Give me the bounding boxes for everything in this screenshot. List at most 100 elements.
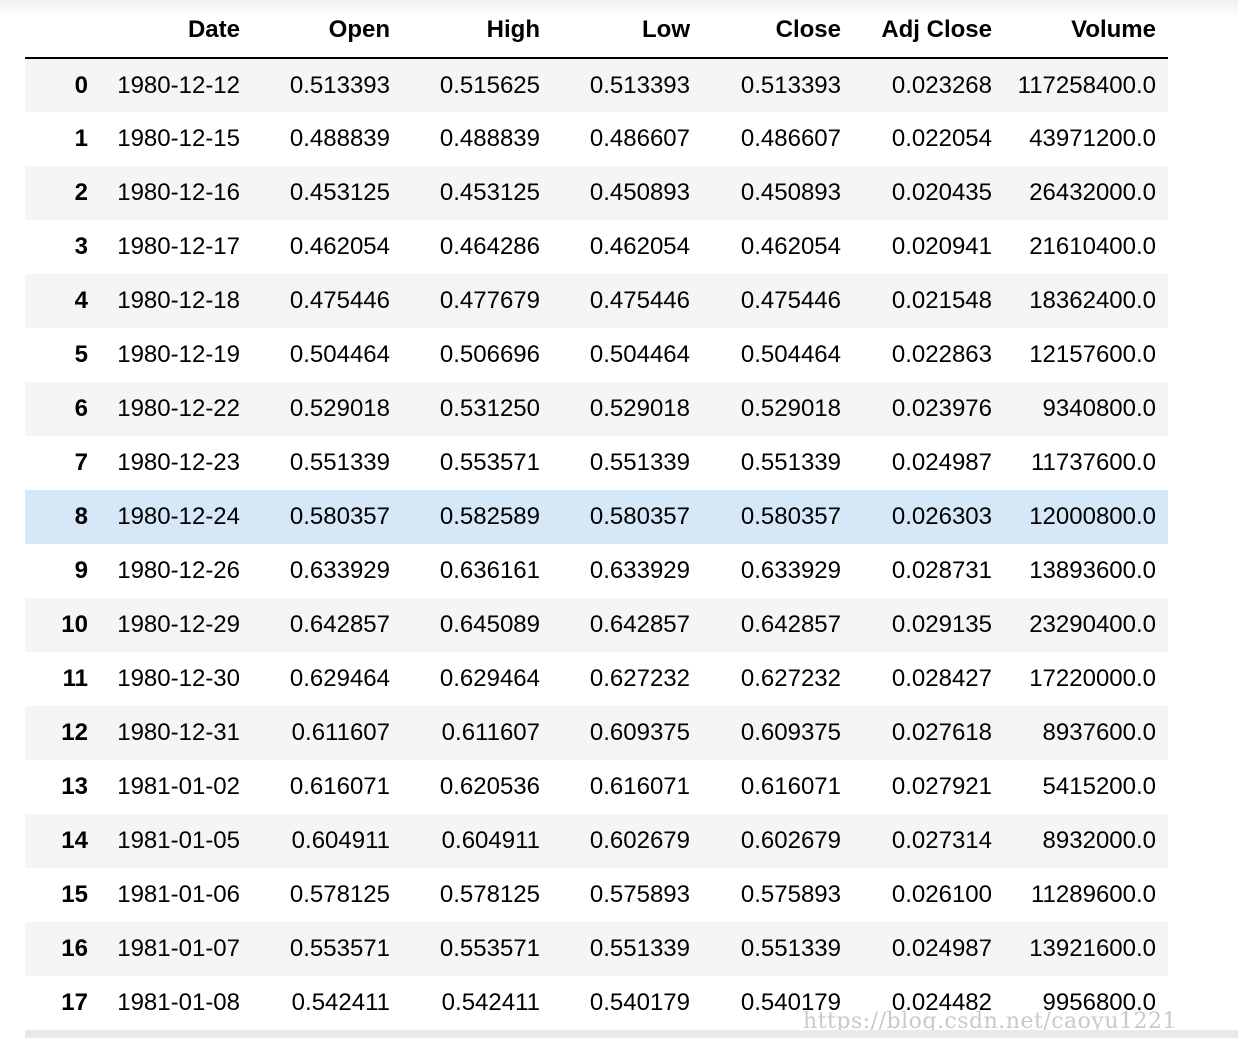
row-index: 0 [74, 71, 88, 99]
table-cell: 0.022863 [891, 341, 992, 368]
table-cell: 0.529018 [740, 395, 841, 422]
table-cell: 0.023976 [891, 395, 992, 422]
stock-dataframe: Date Open High Low Close Adj Close Volum… [25, 0, 1168, 1030]
table-cell: 0.026303 [891, 503, 992, 530]
table-cell: 0.027314 [891, 827, 992, 854]
column-header-date: Date [100, 0, 252, 59]
table-cell: 0.553571 [289, 935, 390, 962]
row-index: 12 [61, 719, 88, 746]
table-row: 14 1981-01-05 0.604911 0.604911 0.602679 0.60… [25, 814, 1168, 868]
row-index: 5 [74, 341, 88, 368]
table-cell: 0.629464 [289, 665, 390, 692]
table-cell: 0.602679 [589, 827, 690, 854]
table-cell: 12157600.0 [1029, 341, 1156, 368]
column-header-low: Low [552, 0, 702, 59]
column-header-high: High [402, 0, 552, 59]
table-cell: 0.602679 [740, 827, 841, 854]
table-cell: 117258400.0 [1017, 71, 1156, 99]
row-index: 15 [61, 881, 88, 908]
table-cell: 0.633929 [740, 557, 841, 584]
table-cell: 0.462054 [589, 233, 690, 260]
table-cell: 1981-01-05 [117, 827, 240, 854]
table-row: 0 1980-12-12 0.513393 0.515625 0.513393 0.513… [25, 58, 1168, 112]
table-row: 12 1980-12-31 0.611607 0.611607 0.609375 0.60… [25, 706, 1168, 760]
table-cell: 0.616071 [289, 773, 390, 800]
row-index: 7 [74, 449, 88, 476]
table-cell: 5415200.0 [1042, 773, 1156, 800]
table-cell: 1980-12-31 [117, 719, 240, 746]
table-cell: 8937600.0 [1042, 719, 1156, 746]
table-cell: 0.504464 [289, 341, 390, 368]
table-cell: 0.475446 [289, 287, 390, 314]
table-row: 7 1980-12-23 0.551339 0.553571 0.551339 0.551… [25, 436, 1168, 490]
column-header-volume: Volume [1004, 0, 1168, 59]
table-cell: 0.022054 [891, 125, 992, 152]
column-header-close: Close [702, 0, 853, 59]
table-cell: 1980-12-12 [117, 71, 240, 99]
table-cell: 0.462054 [289, 233, 390, 260]
table-cell: 0.629464 [439, 665, 540, 692]
table-cell: 18362400.0 [1029, 287, 1156, 314]
table-cell: 0.024482 [891, 989, 992, 1016]
table-cell: 0.475446 [589, 287, 690, 314]
table-cell: 0.642857 [589, 611, 690, 638]
dataframe-output: Date Open High Low Close Adj Close Volum… [25, 0, 1168, 1030]
table-cell: 0.645089 [439, 611, 540, 638]
table-cell: 0.486607 [740, 125, 841, 152]
table-cell: 0.450893 [589, 179, 690, 206]
table-cell: 0.553571 [439, 935, 540, 962]
index-column-header [25, 0, 100, 59]
table-cell: 0.486607 [589, 125, 690, 152]
table-cell: 1980-12-23 [117, 449, 240, 476]
table-cell: 9956800.0 [1042, 989, 1156, 1016]
table-cell: 0.488839 [439, 125, 540, 152]
table-cell: 0.529018 [589, 395, 690, 422]
table-cell: 0.642857 [740, 611, 841, 638]
table-cell: 0.021548 [891, 287, 992, 314]
table-cell: 8932000.0 [1042, 827, 1156, 854]
table-cell: 0.028731 [891, 557, 992, 584]
column-header-adj-close: Adj Close [853, 0, 1004, 59]
horizontal-scrollbar[interactable] [25, 1030, 1238, 1038]
table-cell: 0.580357 [589, 503, 690, 530]
table-cell: 0.504464 [740, 341, 841, 368]
table-cell: 0.627232 [589, 665, 690, 692]
table-cell: 0.553571 [439, 449, 540, 476]
table-cell: 17220000.0 [1029, 665, 1156, 692]
table-cell: 0.551339 [740, 935, 841, 962]
table-cell: 13921600.0 [1029, 935, 1156, 962]
row-index: 6 [74, 395, 88, 422]
table-cell: 23290400.0 [1029, 611, 1156, 638]
table-row: 3 1980-12-17 0.462054 0.464286 0.462054 0.462… [25, 220, 1168, 274]
table-cell: 0.023268 [891, 71, 992, 99]
table-cell: 12000800.0 [1029, 503, 1156, 530]
table-cell: 0.504464 [589, 341, 690, 368]
row-index: 4 [74, 287, 88, 314]
table-row: 9 1980-12-26 0.633929 0.636161 0.633929 0.633… [25, 544, 1168, 598]
row-index: 1 [74, 125, 88, 152]
table-cell: 0.616071 [740, 773, 841, 800]
header-row: Date Open High Low Close Adj Close Volum… [25, 0, 1168, 59]
table-cell: 0.542411 [291, 989, 390, 1016]
table-cell: 0.024987 [891, 935, 992, 962]
table-cell: 0.462054 [740, 233, 841, 260]
table-cell: 1980-12-17 [117, 233, 240, 260]
row-index: 8 [74, 503, 88, 530]
table-cell: 0.575893 [740, 881, 841, 908]
table-cell: 0.475446 [740, 287, 841, 314]
table-cell: 0.028427 [891, 665, 992, 692]
table-cell: 0.027921 [891, 773, 992, 800]
row-index: 17 [61, 989, 88, 1016]
table-cell: 0.620536 [439, 773, 540, 800]
table-cell: 11737600.0 [1030, 449, 1156, 476]
table-row: 10 1980-12-29 0.642857 0.645089 0.642857 0.64… [25, 598, 1168, 652]
table-cell: 0.026100 [891, 881, 992, 908]
table-cell: 0.513393 [589, 71, 690, 99]
table-cell: 0.540179 [740, 989, 841, 1016]
table-cell: 43971200.0 [1029, 125, 1156, 152]
table-cell: 0.575893 [589, 881, 690, 908]
row-index: 14 [61, 827, 88, 854]
table-cell: 0.464286 [439, 233, 540, 260]
table-cell: 0.582589 [439, 503, 540, 530]
table-cell: 1980-12-18 [117, 287, 240, 314]
